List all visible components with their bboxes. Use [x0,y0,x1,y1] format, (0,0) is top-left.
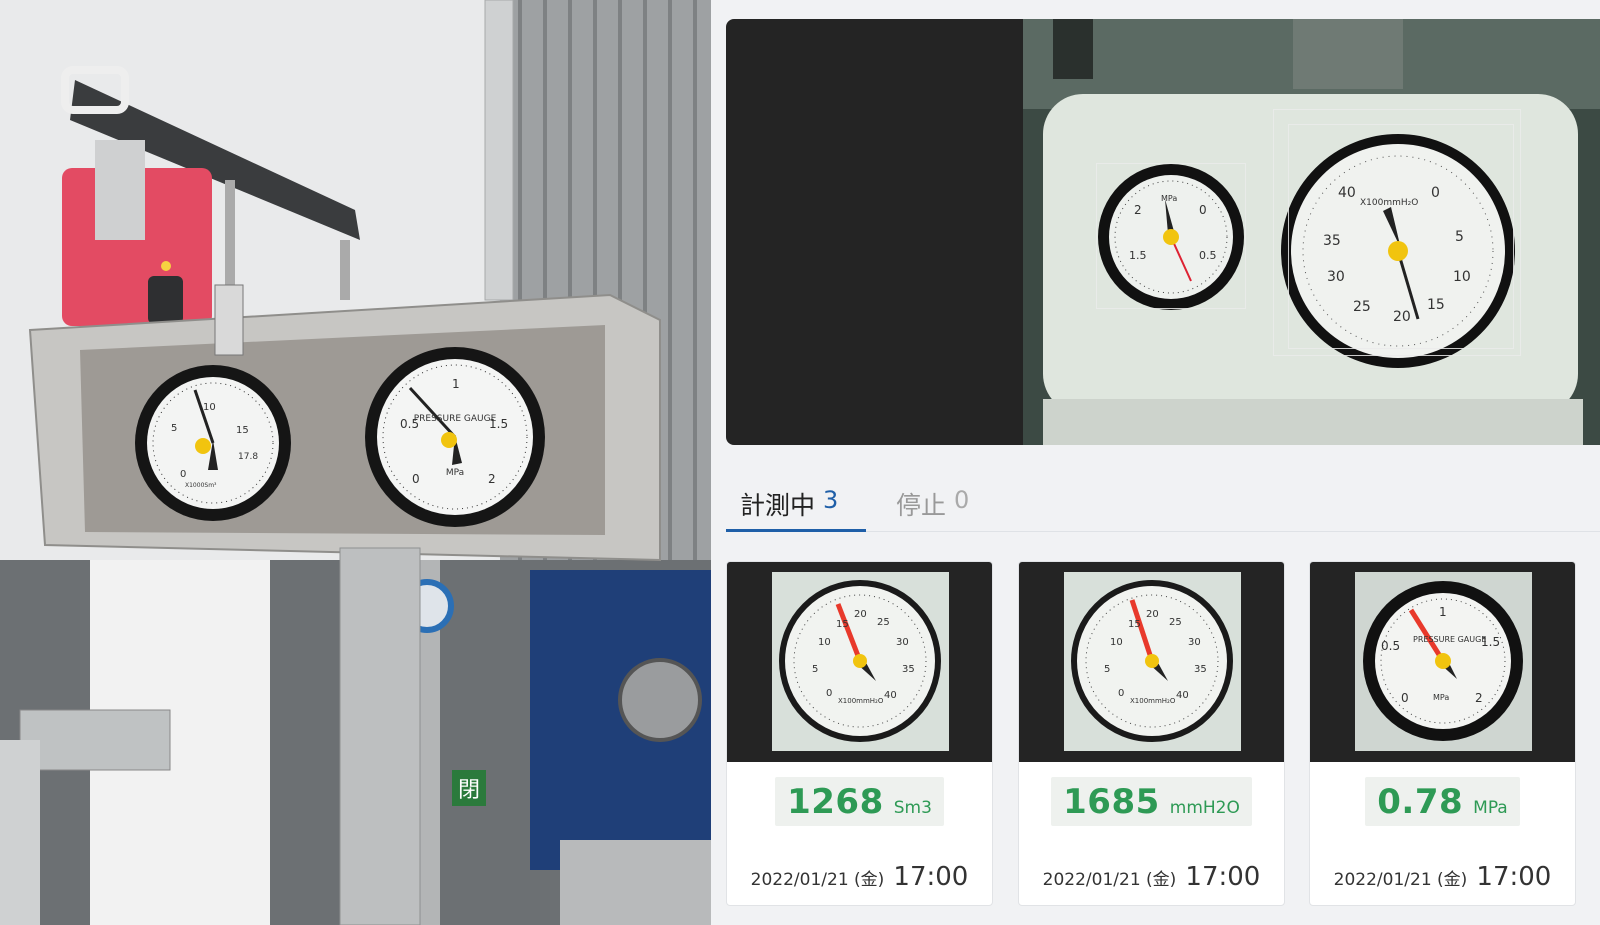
meter-thumbnail: 0.5 PRESSURE GAUGE 1.5 0 2 1 MPa [1310,562,1575,762]
svg-text:35: 35 [1194,664,1207,675]
meter-thumbnail: 20 25 30 35 40 10 5 0 15 X100mmH₂O [727,562,992,762]
reading-value: 1268 [787,782,884,822]
reading-unit: mmH2O [1169,798,1240,818]
svg-text:2: 2 [1475,691,1483,705]
svg-text:35: 35 [902,664,915,675]
tab-measuring[interactable]: 計測中 3 [726,486,866,532]
thumb2-unit: X100mmH₂O [1130,697,1176,705]
right-gauge-label-1-5: 1.5 [489,417,508,431]
reading-timestamp: 2022/01/21 (金) 17:00 [727,862,992,892]
svg-text:0: 0 [826,688,832,699]
svg-text:25: 25 [1169,617,1182,628]
left-gauge-label-15: 15 [236,425,249,436]
thumb1-unit: X100mmH₂O [838,697,884,705]
meter-thumbnail-image: 20 25 30 35 40 10 5 0 15 X100mmH₂O [1064,572,1241,751]
right-gauge-label-2: 2 [488,472,496,486]
svg-text:30: 30 [1188,637,1201,648]
timestamp-time: 17:00 [1476,862,1552,892]
tab-stopped-count: 0 [954,486,970,514]
reading-value: 1685 [1063,782,1160,822]
tab-measuring-count: 3 [823,486,839,514]
reading-timestamp: 2022/01/21 (金) 17:00 [1310,862,1575,892]
svg-text:0: 0 [1401,691,1409,705]
svg-text:10: 10 [818,637,831,648]
reading-row: 1685 mmH2O [1019,777,1284,826]
reading-badge: 1268 Sm3 [775,777,944,826]
meter-card[interactable]: 20 25 30 35 40 10 5 0 15 X100mmH₂O [726,561,993,906]
meter-card[interactable]: 20 25 30 35 40 10 5 0 15 X100mmH₂O [1018,561,1285,906]
monitor-panel: 2 0 1.5 0.5 MPa 40 0 35 5 30 10 25 20 15… [711,0,1600,925]
svg-text:5: 5 [1104,664,1110,675]
svg-text:25: 25 [877,617,890,628]
reading-row: 1268 Sm3 [727,777,992,826]
right-gauge-label-0-5: 0.5 [400,417,419,431]
svg-text:0.5: 0.5 [1381,639,1400,653]
app-root: 閉 5 10 15 0 17.8 X1000Sm³ PRESSURE GAUGE… [0,0,1600,925]
svg-text:40: 40 [884,690,897,701]
meter-cards: 20 25 30 35 40 10 5 0 15 X100mmH₂O 1268 … [726,561,1600,906]
thumb3-unit: MPa [1433,693,1449,702]
reading-timestamp: 2022/01/21 (金) 17:00 [1019,862,1284,892]
timestamp-time: 17:00 [1185,862,1261,892]
timestamp-date: 2022/01/21 (金) [750,870,885,890]
timestamp-time: 17:00 [893,862,969,892]
timestamp-date: 2022/01/21 (金) [1042,870,1177,890]
installation-photo: 閉 5 10 15 0 17.8 X1000Sm³ PRESSURE GAUGE… [0,0,711,925]
left-gauge-label-max: 17.8 [238,452,258,462]
svg-text:10: 10 [1110,637,1123,648]
svg-text:30: 30 [896,637,909,648]
tab-measuring-label: 計測中 [740,491,816,520]
svg-text:20: 20 [854,609,867,620]
meter-thumbnail-image: 0.5 PRESSURE GAUGE 1.5 0 2 1 MPa [1355,572,1532,751]
meter-thumbnail-image: 20 25 30 35 40 10 5 0 15 X100mmH₂O [772,572,949,751]
svg-text:5: 5 [812,664,818,675]
camera-feed-image: 2 0 1.5 0.5 MPa 40 0 35 5 30 10 25 20 15… [1023,19,1600,445]
right-gauge-unit: MPa [446,468,464,478]
svg-text:15: 15 [1128,619,1141,630]
svg-text:PRESSURE GAUGE: PRESSURE GAUGE [1413,635,1486,644]
right-gauge-label-1: 1 [452,377,460,391]
left-gauge-label-0: 0 [180,469,186,480]
meter-card[interactable]: 0.5 PRESSURE GAUGE 1.5 0 2 1 MPa 0.78 MP… [1309,561,1576,906]
reading-unit: Sm3 [893,798,932,818]
left-gauge-label-10: 10 [203,402,216,413]
reading-row: 0.78 MPa [1310,777,1575,826]
right-gauge-title: PRESSURE GAUGE [414,414,497,424]
detection-box-small-gauge [1096,163,1246,309]
camera-feed-card: 2 0 1.5 0.5 MPa 40 0 35 5 30 10 25 20 15… [726,19,1600,445]
timestamp-date: 2022/01/21 (金) [1333,870,1468,890]
left-gauge-unit: X1000Sm³ [185,482,217,489]
svg-text:20: 20 [1146,609,1159,620]
svg-text:0: 0 [1118,688,1124,699]
reading-badge: 1685 mmH2O [1051,777,1252,826]
tab-stopped-label: 停止 [896,491,947,520]
valve-tag-label: 閉 [458,778,480,803]
svg-text:1.5: 1.5 [1481,635,1500,649]
svg-text:40: 40 [1176,690,1189,701]
left-gauge-label-5: 5 [171,423,177,434]
reading-value: 0.78 [1377,782,1464,822]
detection-box-large-gauge-inner [1288,124,1514,349]
svg-text:1: 1 [1439,605,1447,619]
right-gauge-label-0: 0 [412,472,420,486]
reading-unit: MPa [1473,798,1508,818]
tab-stopped[interactable]: 停止 0 [896,486,969,532]
svg-text:15: 15 [836,619,849,630]
status-tabs: 計測中 3 停止 0 [726,480,1600,532]
meter-thumbnail: 20 25 30 35 40 10 5 0 15 X100mmH₂O [1019,562,1284,762]
reading-badge: 0.78 MPa [1365,777,1520,826]
